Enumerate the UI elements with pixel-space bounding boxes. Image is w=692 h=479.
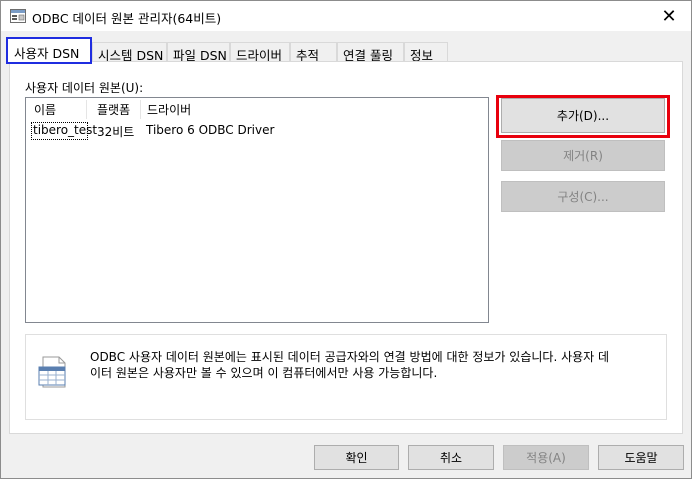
add-button-label: 추가(D)...	[556, 109, 610, 123]
tab-user-dsn[interactable]: 사용자 DSN	[6, 37, 92, 64]
configure-button[interactable]: 구성(C)...	[501, 181, 665, 212]
column-header-platform[interactable]: 플랫폼	[92, 101, 145, 119]
title-bar: ODBC 데이터 원본 관리자(64비트) ✕	[1, 1, 691, 31]
odbc-admin-icon	[10, 9, 26, 23]
dsn-name-cell: tibero_test	[33, 123, 98, 137]
help-button[interactable]: 도움말	[598, 445, 684, 470]
column-header-name[interactable]: 이름	[29, 101, 87, 119]
user-data-sources-label: 사용자 데이터 원본(U):	[25, 81, 144, 95]
info-line-1: ODBC 사용자 데이터 원본에는 표시된 데이터 공급자와의 연결 방법에 대…	[90, 350, 610, 364]
cancel-button[interactable]: 취소	[408, 445, 494, 470]
tab-tracing[interactable]: 추적	[290, 42, 337, 63]
cancel-button-label: 취소	[439, 451, 463, 465]
apply-button[interactable]: 적용(A)	[503, 445, 589, 470]
tab-system-dsn[interactable]: 시스템 DSN	[92, 42, 167, 63]
tab-drivers[interactable]: 드라이버	[230, 42, 290, 63]
window-title: ODBC 데이터 원본 관리자(64비트)	[32, 11, 222, 26]
ok-button-label: 확인	[345, 451, 368, 465]
dsn-platform-cell: 32비트	[97, 125, 135, 139]
data-source-icon	[38, 356, 66, 388]
remove-button-label: 제거(R)	[563, 149, 603, 163]
tab-connection-pooling[interactable]: 연결 풀링	[337, 42, 404, 63]
add-button[interactable]: 추가(D)...	[501, 98, 665, 133]
close-icon: ✕	[661, 5, 677, 27]
info-line-2: 이터 원본은 사용자만 볼 수 있으며 이 컴퓨터에서만 사용 가능합니다.	[90, 366, 438, 380]
user-data-sources-list[interactable]: 이름 플랫폼 드라이버 tibero_test 32비트 Tibero 6 OD…	[25, 97, 489, 323]
column-divider[interactable]	[86, 100, 87, 119]
configure-button-label: 구성(C)...	[557, 190, 609, 204]
remove-button[interactable]: 제거(R)	[501, 140, 665, 171]
odbc-admin-window: ODBC 데이터 원본 관리자(64비트) ✕ 사용자 DSN 시스템 DSN …	[0, 0, 692, 479]
dsn-driver-cell: Tibero 6 ODBC Driver	[146, 123, 275, 137]
table-row[interactable]: tibero_test 32비트 Tibero 6 ODBC Driver	[30, 122, 486, 140]
tab-about[interactable]: 정보	[404, 42, 448, 63]
help-button-label: 도움말	[624, 451, 658, 465]
apply-button-label: 적용(A)	[526, 451, 566, 465]
close-button[interactable]: ✕	[647, 1, 691, 31]
column-divider[interactable]	[140, 100, 141, 119]
column-header-driver[interactable]: 드라이버	[142, 101, 267, 119]
tab-label: 사용자 DSN	[14, 46, 80, 61]
info-description: ODBC 사용자 데이터 원본에는 표시된 데이터 공급자와의 연결 방법에 대…	[90, 349, 656, 381]
tab-file-dsn[interactable]: 파일 DSN	[167, 42, 230, 63]
ok-button[interactable]: 확인	[314, 445, 399, 470]
info-box: ODBC 사용자 데이터 원본에는 표시된 데이터 공급자와의 연결 방법에 대…	[25, 334, 667, 420]
